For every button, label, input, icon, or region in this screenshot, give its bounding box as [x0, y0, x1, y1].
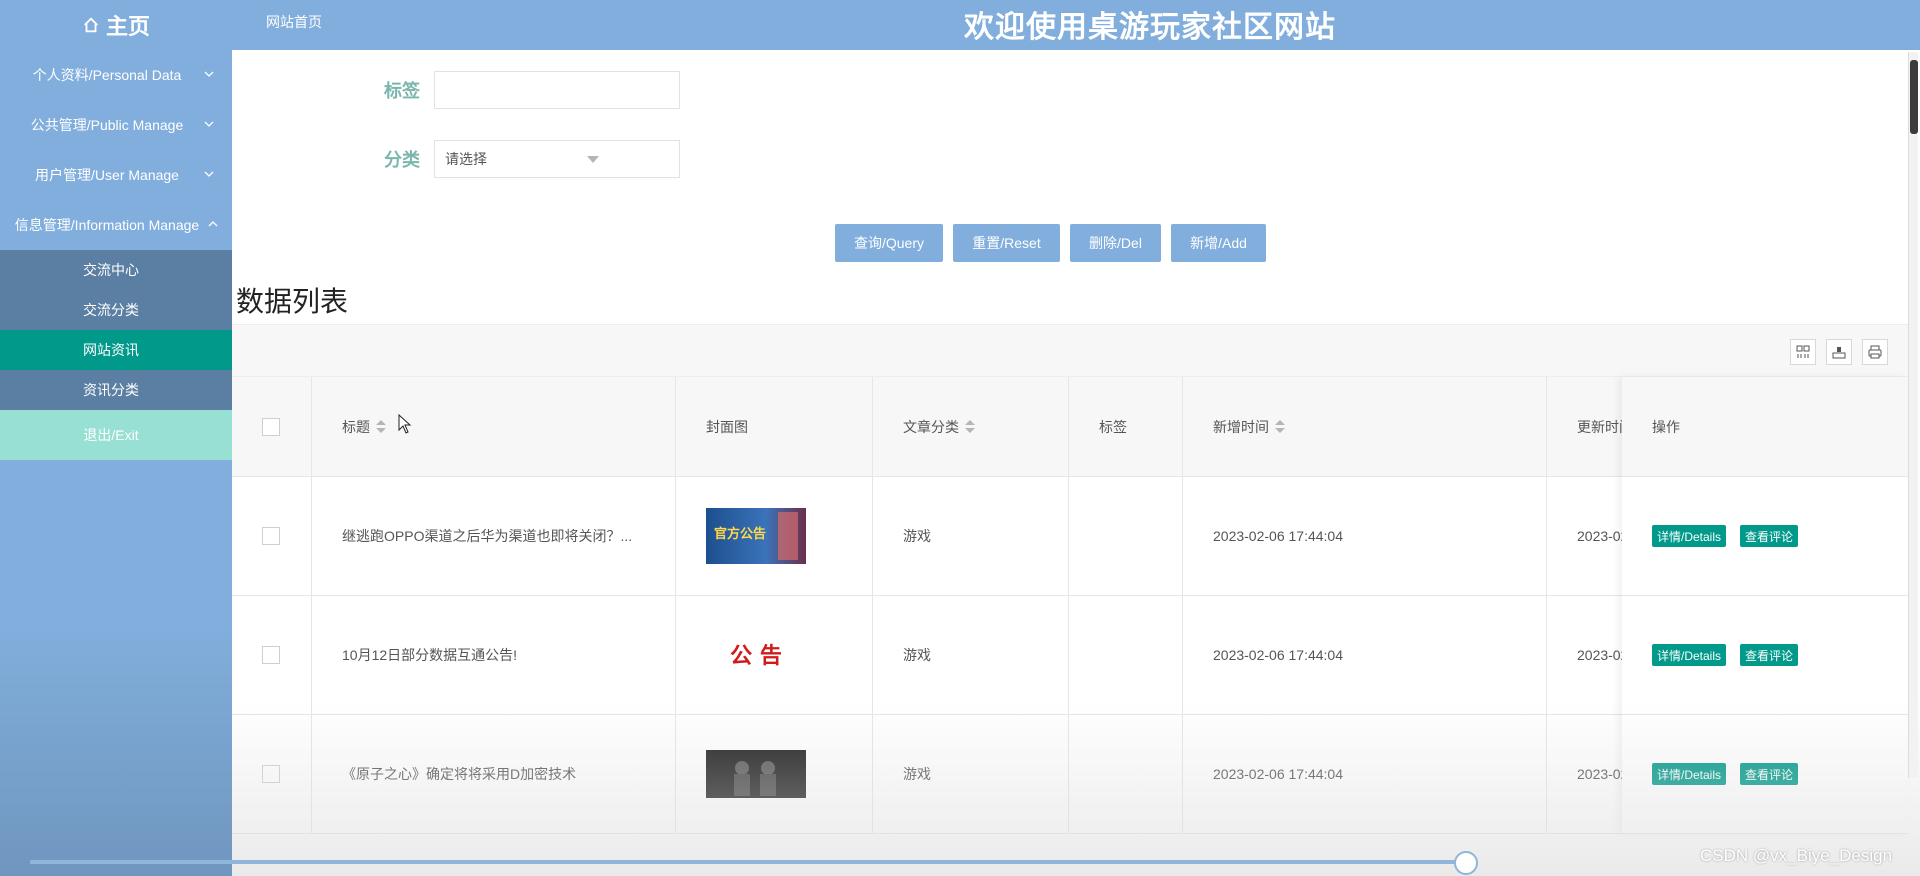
row-created: 2023-02-06 17:44:04 — [1183, 715, 1547, 833]
category-label: 分类 — [384, 150, 420, 170]
row-title: 《原子之心》确定将将采用D加密技术 — [312, 715, 676, 833]
menu-label: 信息管理/Information Manage — [14, 217, 200, 233]
cover-image: 公 告 — [706, 627, 806, 683]
column-created-label: 新增时间 — [1213, 418, 1269, 435]
table-toolbar — [232, 324, 1908, 377]
row-select — [232, 477, 312, 595]
row-category: 游戏 — [873, 477, 1069, 595]
column-tag-label: 标签 — [1099, 418, 1127, 435]
caret-down-icon — [587, 156, 599, 163]
menu-label: 个人资料/Personal Data — [32, 67, 182, 83]
row-title: 继逃跑OPPO渠道之后华为渠道也即将关闭？... — [312, 477, 676, 595]
watermark: CSDN @vx_Biye_Design — [1700, 846, 1893, 865]
select-all-checkbox[interactable] — [262, 417, 280, 436]
list-title: 数据列表 — [236, 286, 349, 317]
cover-text: 公 告 — [730, 644, 782, 669]
row-tag — [1069, 477, 1183, 595]
operations-row: 详情/Details 查看评论 — [1622, 715, 1908, 834]
query-button[interactable]: 查询/Query — [835, 224, 943, 262]
sort-icon[interactable] — [376, 419, 386, 434]
row-cover: 官方公告 — [676, 477, 873, 595]
header-cover: 封面图 — [676, 377, 873, 476]
view-comments-button[interactable]: 查看评论 — [1740, 763, 1799, 785]
print-icon[interactable] — [1862, 339, 1888, 365]
sort-icon[interactable] — [965, 419, 975, 434]
operations-row: 详情/Details 查看评论 — [1622, 596, 1908, 715]
header-operations: 操作 — [1622, 377, 1908, 477]
details-button[interactable]: 详情/Details — [1652, 763, 1727, 785]
cover-text: 官方公告 — [714, 526, 766, 542]
columns-filter-icon[interactable] — [1790, 339, 1816, 365]
main-content: 标签 分类 请选择 查询/Query 重置/Reset 删除/Del 新增/Ad… — [232, 50, 1920, 876]
mouse-cursor-icon — [398, 414, 412, 434]
action-buttons: 查询/Query 重置/Reset 删除/Del 新增/Add — [835, 224, 1266, 262]
search-tag-row: 标签 — [360, 71, 680, 109]
row-tag — [1069, 715, 1183, 833]
menu-personal-data[interactable]: 个人资料/Personal Data — [0, 50, 232, 100]
category-select[interactable]: 请选择 — [434, 140, 680, 178]
row-created: 2023-02-06 17:44:04 — [1183, 596, 1547, 714]
row-cover — [676, 715, 873, 833]
export-icon[interactable] — [1826, 339, 1852, 365]
search-category-row: 分类 请选择 — [360, 140, 680, 178]
vertical-scrollbar-track[interactable] — [1908, 52, 1918, 778]
row-checkbox[interactable] — [262, 527, 280, 545]
chevron-down-icon — [204, 121, 214, 127]
row-cover: 公 告 — [676, 596, 873, 714]
menu-user-manage[interactable]: 用户管理/User Manage — [0, 150, 232, 200]
sort-icon[interactable] — [1275, 419, 1285, 434]
operations-row: 详情/Details 查看评论 — [1622, 477, 1908, 596]
row-category: 游戏 — [873, 715, 1069, 833]
sidebar-item-exchange-category[interactable]: 交流分类 — [0, 290, 232, 330]
cover-image — [706, 750, 806, 798]
row-select — [232, 596, 312, 714]
row-title: 10月12日部分数据互通公告! — [312, 596, 676, 714]
category-select-value: 请选择 — [445, 151, 487, 167]
sidebar: 个人资料/Personal Data 公共管理/Public Manage 用户… — [0, 50, 232, 876]
row-select — [232, 715, 312, 833]
reset-button[interactable]: 重置/Reset — [953, 224, 1060, 262]
delete-button[interactable]: 删除/Del — [1070, 224, 1161, 262]
top-header: 主页 网站首页 欢迎使用桌游玩家社区网站 — [0, 0, 1920, 50]
operations-column: 操作 详情/Details 查看评论 详情/Details 查看评论 详情/De… — [1622, 377, 1908, 834]
header-created[interactable]: 新增时间 — [1183, 377, 1547, 476]
chevron-down-icon — [204, 171, 214, 177]
details-button[interactable]: 详情/Details — [1652, 644, 1727, 666]
menu-public-manage[interactable]: 公共管理/Public Manage — [0, 100, 232, 150]
header-tag: 标签 — [1069, 377, 1183, 476]
menu-label: 用户管理/User Manage — [35, 167, 179, 183]
menu-label: 公共管理/Public Manage — [30, 117, 184, 133]
row-category: 游戏 — [873, 596, 1069, 714]
sidebar-item-exit[interactable]: 退出/Exit — [0, 410, 232, 460]
horizontal-scroll-handle[interactable] — [1454, 851, 1478, 875]
row-created: 2023-02-06 17:44:04 — [1183, 477, 1547, 595]
details-button[interactable]: 详情/Details — [1652, 525, 1727, 547]
header-title[interactable]: 标题 — [312, 377, 676, 476]
header-select-all — [232, 377, 312, 476]
submenu-information: 交流中心 交流分类 网站资讯 资讯分类 — [0, 250, 232, 410]
column-cover-label: 封面图 — [706, 418, 748, 435]
sidebar-item-exchange-center[interactable]: 交流中心 — [0, 250, 232, 290]
view-comments-button[interactable]: 查看评论 — [1740, 525, 1799, 547]
chevron-up-icon — [208, 221, 218, 227]
chevron-down-icon — [204, 71, 214, 77]
header-category[interactable]: 文章分类 — [873, 377, 1069, 476]
cover-image: 官方公告 — [706, 508, 806, 564]
sidebar-item-site-news[interactable]: 网站资讯 — [0, 330, 232, 370]
horizontal-scrollbar-track[interactable] — [30, 860, 1468, 864]
row-checkbox[interactable] — [262, 646, 280, 664]
column-title-label: 标题 — [342, 418, 370, 435]
site-title: 欢迎使用桌游玩家社区网站 — [964, 11, 1336, 44]
vertical-scroll-handle[interactable] — [1910, 60, 1918, 134]
row-tag — [1069, 596, 1183, 714]
tag-label: 标签 — [384, 81, 420, 101]
column-category-label: 文章分类 — [903, 418, 959, 435]
row-checkbox[interactable] — [262, 765, 280, 783]
data-table: 标题 封面图 文章分类 标签 新增时间 更新时间 继逃跑OPPO渠道之后华为渠道… — [232, 377, 1908, 834]
sidebar-item-news-category[interactable]: 资讯分类 — [0, 370, 232, 410]
view-comments-button[interactable]: 查看评论 — [1740, 644, 1799, 666]
menu-information-manage[interactable]: 信息管理/Information Manage — [0, 200, 232, 250]
tag-input[interactable] — [434, 71, 680, 109]
add-button[interactable]: 新增/Add — [1171, 224, 1266, 262]
